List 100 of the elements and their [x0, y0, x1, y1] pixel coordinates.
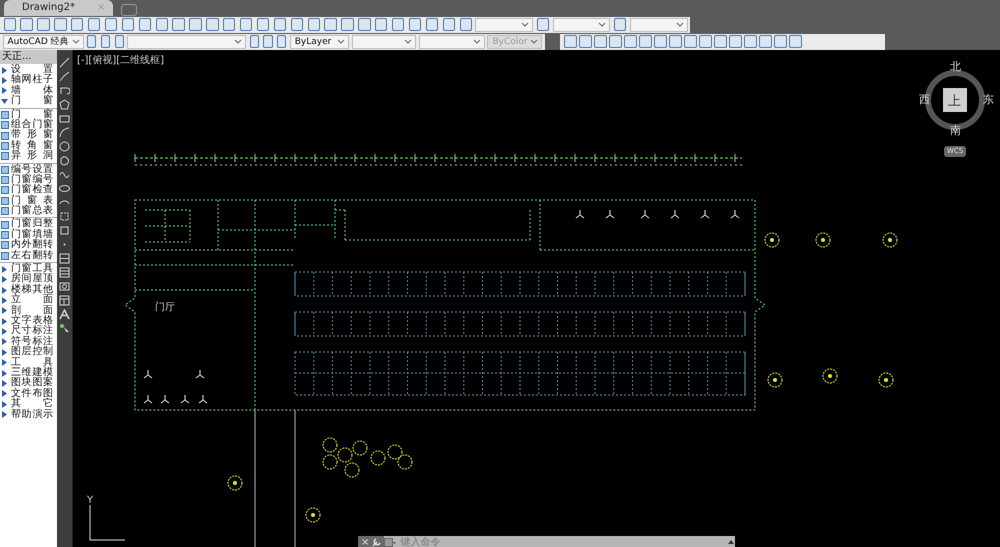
toolbar-icon[interactable]: [114, 35, 124, 48]
toolbar-icon[interactable]: [250, 35, 259, 48]
palette-item[interactable]: 图块图案: [0, 378, 57, 389]
layer-tool-icon[interactable]: [594, 35, 606, 48]
toolbar-icon[interactable]: [122, 18, 134, 31]
toolbar-icon[interactable]: [536, 18, 550, 31]
toolbar-icon[interactable]: [54, 18, 67, 31]
palette-item[interactable]: 带 形 窗: [0, 130, 57, 141]
toolbar-icon[interactable]: [206, 18, 219, 31]
toolbar-icon[interactable]: [277, 35, 286, 48]
region-icon[interactable]: [59, 281, 70, 292]
palette-item[interactable]: 轴网柱子: [0, 75, 57, 86]
palette-item[interactable]: 剖 面: [0, 306, 57, 316]
rectangle-icon[interactable]: [59, 225, 70, 236]
toolbar-icon[interactable]: [138, 18, 152, 31]
ellipse-icon[interactable]: [59, 183, 70, 194]
toolbar-icon[interactable]: [290, 18, 304, 31]
line-icon[interactable]: [59, 57, 70, 68]
cloud-icon[interactable]: [59, 155, 70, 166]
layer-tool-icon[interactable]: [788, 35, 802, 48]
toolbar-icon[interactable]: [375, 18, 388, 31]
toolbar-icon[interactable]: [256, 18, 270, 31]
palette-item[interactable]: 其 它: [0, 399, 57, 410]
polygon-icon[interactable]: [59, 99, 70, 110]
toolbar-icon[interactable]: [20, 18, 33, 31]
command-prompt-icon[interactable]: [384, 538, 396, 546]
toolbar-icon[interactable]: [4, 18, 16, 31]
layer-tool-icon[interactable]: [774, 35, 786, 48]
toolbar-icon[interactable]: [104, 18, 118, 31]
toolbar-icon[interactable]: [156, 18, 168, 31]
toolbar-icon[interactable]: [308, 18, 320, 31]
palette-item[interactable]: 左右翻转: [0, 250, 57, 262]
toolbar-icon[interactable]: [172, 18, 185, 31]
layer-tool-icon[interactable]: [684, 35, 696, 48]
block-icon[interactable]: [59, 211, 70, 222]
toolbar-icon[interactable]: [100, 35, 110, 48]
toolbar-icon[interactable]: [263, 35, 272, 48]
layer-tool-icon[interactable]: [654, 35, 666, 48]
palette-item[interactable]: 门窗总表: [0, 206, 57, 216]
palette-item[interactable]: 门窗检查: [0, 185, 57, 196]
compass-top-label: 上: [948, 93, 961, 111]
history-arrow-icon[interactable]: [727, 538, 735, 546]
viewport-label[interactable]: [-][俯视][二维线框]: [77, 53, 164, 68]
toolbar-icon[interactable]: [614, 18, 626, 31]
layer-tool-icon[interactable]: [698, 35, 712, 48]
toolbar-icon[interactable]: [88, 18, 100, 31]
palette-item[interactable]: 异 形 洞: [0, 151, 57, 162]
toolbar-icon[interactable]: [442, 18, 456, 31]
layer-tool-icon[interactable]: [624, 35, 636, 48]
layer-tool-icon[interactable]: [728, 35, 742, 48]
toolbar-icon[interactable]: [274, 18, 286, 31]
toolbar-icon[interactable]: [426, 18, 438, 31]
table-icon[interactable]: [59, 295, 70, 306]
toolbar-icon[interactable]: [408, 18, 422, 31]
palette-item[interactable]: 房间屋顶: [0, 274, 57, 285]
dropdown[interactable]: ByLayer: [290, 34, 350, 48]
toolbar-icon[interactable]: [71, 18, 84, 31]
circle-icon[interactable]: [59, 141, 70, 152]
palette-item[interactable]: 尺寸标注: [0, 326, 57, 337]
toolbar-icon[interactable]: [392, 18, 404, 31]
palette-item[interactable]: 工 具: [0, 358, 57, 368]
palette-item[interactable]: 楼梯其他: [0, 284, 57, 296]
toolbar-icon[interactable]: [460, 18, 472, 31]
layer-tool-icon[interactable]: [638, 35, 652, 48]
toolbar-icon[interactable]: [37, 18, 50, 31]
toolbar-icon[interactable]: [189, 18, 202, 31]
palette-item[interactable]: 图层控制: [0, 347, 57, 358]
document-tab[interactable]: Drawing2* ×: [4, 0, 114, 16]
palette-item[interactable]: 转 角 窗: [0, 140, 57, 152]
add-point-icon[interactable]: [59, 323, 70, 334]
text-icon[interactable]: [59, 309, 70, 320]
arc-icon[interactable]: [59, 127, 70, 138]
spline-icon[interactable]: [59, 169, 70, 180]
layer-tool-icon[interactable]: [564, 35, 576, 48]
palette-item[interactable]: 门窗归整: [0, 219, 57, 230]
hatch-icon[interactable]: [59, 253, 70, 264]
arc-polyline-icon[interactable]: [59, 85, 70, 96]
layer-tool-icon[interactable]: [578, 35, 592, 48]
palette-item[interactable]: 帮助演示: [0, 410, 57, 420]
toolbar-icon[interactable]: [87, 35, 96, 48]
palette-item[interactable]: 内外翻转: [0, 240, 57, 251]
layer-tool-icon[interactable]: [714, 35, 726, 48]
toolbar-icon[interactable]: [324, 18, 337, 31]
polyline-icon[interactable]: [59, 71, 70, 82]
toolbar-icon[interactable]: [358, 18, 371, 31]
toolbar-icon[interactable]: [240, 18, 252, 31]
toolbar-icon[interactable]: [223, 18, 236, 31]
palette-item[interactable]: 门 窗: [0, 110, 57, 120]
palette-item[interactable]: 门 窗: [0, 96, 57, 107]
layer-tool-icon[interactable]: [608, 35, 622, 48]
palette-item[interactable]: 编号设置: [0, 164, 57, 175]
layer-tool-icon[interactable]: [744, 35, 756, 48]
layer-tool-icon[interactable]: [758, 35, 772, 48]
toolbar-icon[interactable]: [341, 18, 354, 31]
rectangle-icon[interactable]: [59, 113, 70, 124]
dropdown[interactable]: AutoCAD 经典: [2, 34, 84, 48]
layer-tool-icon[interactable]: [668, 35, 682, 48]
table-icon[interactable]: [59, 267, 70, 278]
palette-item[interactable]: 立 面: [0, 295, 57, 306]
wrench-icon[interactable]: [372, 538, 382, 546]
